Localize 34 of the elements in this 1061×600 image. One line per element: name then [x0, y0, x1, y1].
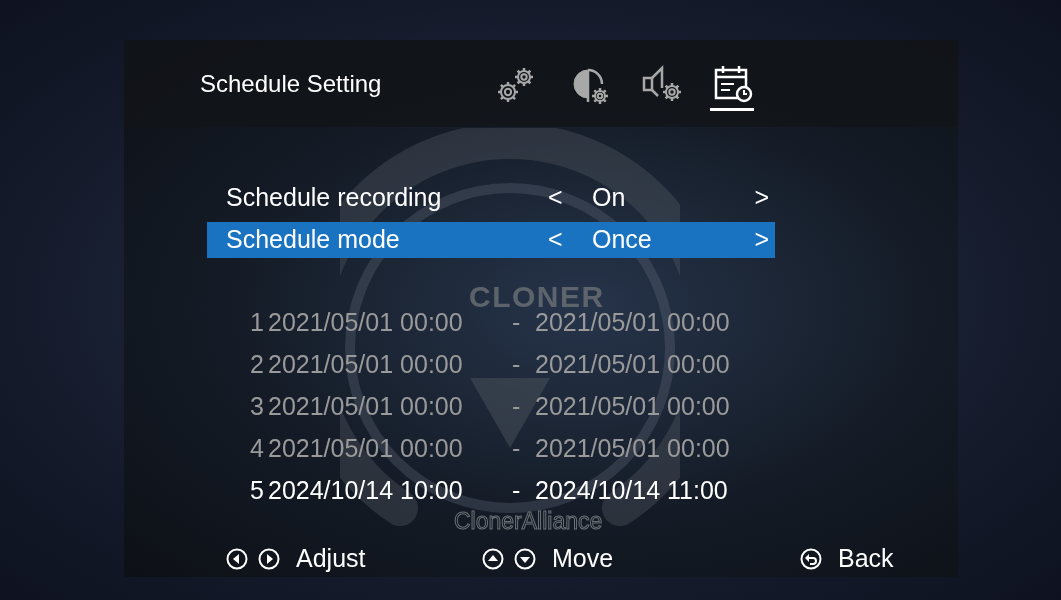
key-hint-label: Adjust: [296, 543, 366, 574]
slot-end-time: 2021/05/01 00:00: [535, 349, 730, 381]
back-icon: [800, 547, 822, 570]
slot-start-time: 2024/10/14 10:00: [268, 475, 464, 507]
increase-arrow[interactable]: >: [754, 221, 775, 259]
setting-row[interactable]: Schedule mode < Once >: [207, 222, 775, 258]
slot-end-time: 2021/05/01 00:00: [535, 433, 730, 465]
slot-number: 1: [250, 307, 265, 339]
logo-subtitle: ClonerAlliance: [454, 508, 603, 534]
slot-number: 3: [250, 391, 265, 423]
increase-arrow[interactable]: >: [754, 179, 775, 217]
setting-label: Schedule mode: [225, 224, 401, 256]
key-hint-label: Move: [552, 543, 614, 574]
slot-number: 2: [250, 349, 265, 381]
slot-number: 5: [250, 475, 265, 507]
setting-row[interactable]: Schedule recording < On >: [207, 180, 775, 216]
setting-value: Once: [592, 224, 653, 256]
slot-start-time: 2021/05/01 00:00: [268, 349, 464, 381]
slot-start-time: 2021/05/01 00:00: [268, 433, 464, 465]
key-hint-label: Back: [838, 543, 894, 574]
slot-start-time: 2021/05/01 00:00: [268, 307, 464, 339]
slot-end-time: 2024/10/14 11:00: [535, 475, 728, 507]
decrease-arrow[interactable]: <: [548, 221, 592, 259]
slot-separator: -: [512, 433, 522, 465]
page-title: Schedule Setting: [199, 68, 383, 99]
slot-separator: -: [512, 475, 522, 507]
slot-separator: -: [512, 391, 522, 423]
slot-start-time: 2021/05/01 00:00: [268, 391, 464, 423]
setting-value: On: [592, 182, 627, 214]
slot-end-time: 2021/05/01 00:00: [535, 391, 730, 423]
setting-label: Schedule recording: [225, 182, 443, 214]
slot-separator: -: [512, 349, 522, 381]
decrease-arrow[interactable]: <: [548, 179, 592, 217]
slot-number: 4: [250, 433, 265, 465]
